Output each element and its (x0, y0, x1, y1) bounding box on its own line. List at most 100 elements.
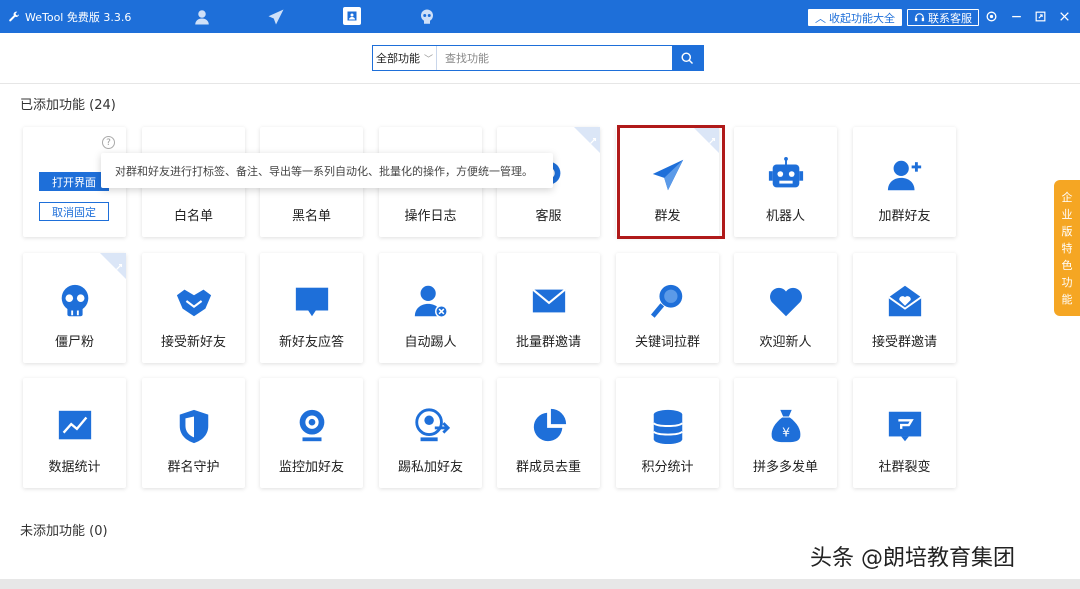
webcam-icon (292, 406, 332, 446)
side-tab-char: 企 (1061, 190, 1073, 204)
side-tab-char: 版 (1061, 224, 1073, 238)
collapse-label: 收起功能大全 (829, 11, 895, 25)
skull-icon (55, 281, 95, 321)
nav-skull-icon[interactable] (416, 6, 438, 28)
function-card-auto-kick[interactable]: 自动踢人 (379, 253, 482, 363)
heart-icon (766, 281, 806, 321)
close-icon[interactable] (1056, 8, 1072, 24)
function-card-monitor-add[interactable]: 监控加好友 (260, 378, 363, 488)
app-name: WeTool 免费版 3.3.6 (25, 11, 132, 24)
card-label: 新好友应答 (278, 335, 344, 350)
search-icon (681, 51, 694, 64)
side-tab-char: 能 (1061, 292, 1073, 306)
settings-gear-icon[interactable] (983, 8, 999, 24)
contact-support-button[interactable]: 联系客服 (907, 9, 979, 26)
magnifier-icon (648, 281, 688, 321)
search-input[interactable] (437, 46, 672, 70)
card-label: 僵尸粉 (54, 335, 94, 350)
card-label: 操作日志 (404, 209, 457, 224)
help-icon[interactable]: ? (102, 136, 115, 149)
function-card-welcome[interactable]: 欢迎新人 (734, 253, 837, 363)
minimize-icon[interactable] (1008, 8, 1024, 24)
search-bar: 全部功能 ﹀ (372, 45, 704, 71)
card-label: 欢迎新人 (759, 335, 812, 350)
card-label: 群名守护 (167, 460, 220, 475)
wrench-icon (9, 11, 20, 22)
open-interface-button[interactable]: 打开界面 (39, 172, 109, 191)
search-scope-label: 全部功能 (375, 52, 420, 65)
card-label: 积分统计 (641, 460, 694, 475)
card-label: 接受群邀请 (871, 335, 937, 350)
chevron-up-icon: ︿ (815, 11, 826, 25)
svg-text:¥: ¥ (782, 425, 790, 439)
robot-icon (766, 155, 806, 195)
function-card-add-group-friend[interactable]: 加群好友 (853, 127, 956, 237)
chat-bubble-icon (292, 281, 332, 321)
function-card-keyword-pull[interactable]: 关键词拉群 (616, 253, 719, 363)
nav-contacts-icon[interactable] (191, 6, 213, 28)
card-label: 数据统计 (48, 460, 101, 475)
card-label: 拼多多发单 (752, 460, 818, 475)
card-label: 踢私加好友 (397, 460, 463, 475)
highlight-box (617, 125, 725, 239)
search-button[interactable] (672, 46, 703, 70)
nav-functions-icon[interactable] (343, 7, 361, 25)
function-card-dedupe-members[interactable]: 群成员去重 (497, 378, 600, 488)
chevron-down-icon: ﹀ (423, 54, 433, 65)
pin-icon (115, 256, 123, 270)
card-label: 加群好友 (878, 209, 931, 224)
card-label: 黑名单 (291, 209, 331, 224)
side-tab-char: 功 (1061, 275, 1073, 289)
function-card-accept-friend[interactable]: 接受新好友 (142, 253, 245, 363)
function-card-robot[interactable]: 机器人 (734, 127, 837, 237)
function-card-new-friend-reply[interactable]: 新好友应答 (260, 253, 363, 363)
card-label: 群成员去重 (515, 460, 581, 475)
database-icon (648, 406, 688, 446)
side-tab-char: 特 (1061, 241, 1073, 255)
function-card-accept-invite[interactable]: 接受群邀请 (853, 253, 956, 363)
add-user-icon (885, 155, 925, 195)
function-card-group-name-guard[interactable]: 群名守护 (142, 378, 245, 488)
fission-icon (885, 406, 925, 446)
card-label: 监控加好友 (278, 460, 344, 475)
card-label: 客服 (535, 209, 562, 224)
title-bar: WeTool 免费版 3.3.6 ︿ 收起功能大全 联系客服 (0, 0, 1080, 33)
headset-icon (914, 13, 925, 22)
card-label: 白名单 (173, 209, 213, 224)
shield-icon (174, 406, 214, 446)
maximize-icon[interactable] (1032, 8, 1048, 24)
side-tab-char: 业 (1061, 207, 1073, 221)
card-label: 社群裂变 (878, 460, 931, 475)
function-card-fission[interactable]: 社群裂变 (853, 378, 956, 488)
handshake-icon (174, 281, 214, 321)
support-label: 联系客服 (928, 11, 972, 25)
enterprise-features-tab[interactable]: 企 业 版 特 色 功 能 (1054, 180, 1080, 316)
function-card-statistics[interactable]: 数据统计 (23, 378, 126, 488)
search-scope-select[interactable]: 全部功能 ﹀ (373, 46, 437, 70)
line-chart-icon (55, 406, 95, 446)
app-title: WeTool 免费版 3.3.6 (8, 9, 131, 25)
horizontal-scrollbar[interactable] (0, 579, 1080, 589)
function-card-pdd-order[interactable]: ¥ 拼多多发单 (734, 378, 837, 488)
header-divider (0, 83, 1080, 84)
function-card-kick-private-add[interactable]: 踢私加好友 (379, 378, 482, 488)
card-label: 自动踢人 (404, 335, 457, 350)
unpin-button[interactable]: 取消固定 (39, 202, 109, 221)
card-label: 接受新好友 (160, 335, 226, 350)
pin-icon (589, 130, 597, 144)
nav-send-icon[interactable] (265, 6, 287, 28)
side-tab-char: 色 (1061, 258, 1073, 272)
function-card-batch-invite[interactable]: 批量群邀请 (497, 253, 600, 363)
tooltip: 对群和好友进行打标签、备注、导出等一系列自动化、批量化的操作，方便统一管理。 (101, 153, 553, 188)
watermark: 头条 @朗培教育集团 (810, 546, 1015, 571)
money-bag-icon: ¥ (766, 406, 806, 446)
envelope-icon (529, 281, 569, 321)
card-label: 机器人 (765, 209, 805, 224)
card-label: 关键词拉群 (634, 335, 700, 350)
function-card-zombie-fans[interactable]: 僵尸粉 (23, 253, 126, 363)
added-section-title: 已添加功能 (24) (20, 98, 116, 113)
collapse-functions-button[interactable]: ︿ 收起功能大全 (808, 9, 902, 26)
remove-user-icon (411, 281, 451, 321)
heart-mail-icon (885, 281, 925, 321)
function-card-points[interactable]: 积分统计 (616, 378, 719, 488)
